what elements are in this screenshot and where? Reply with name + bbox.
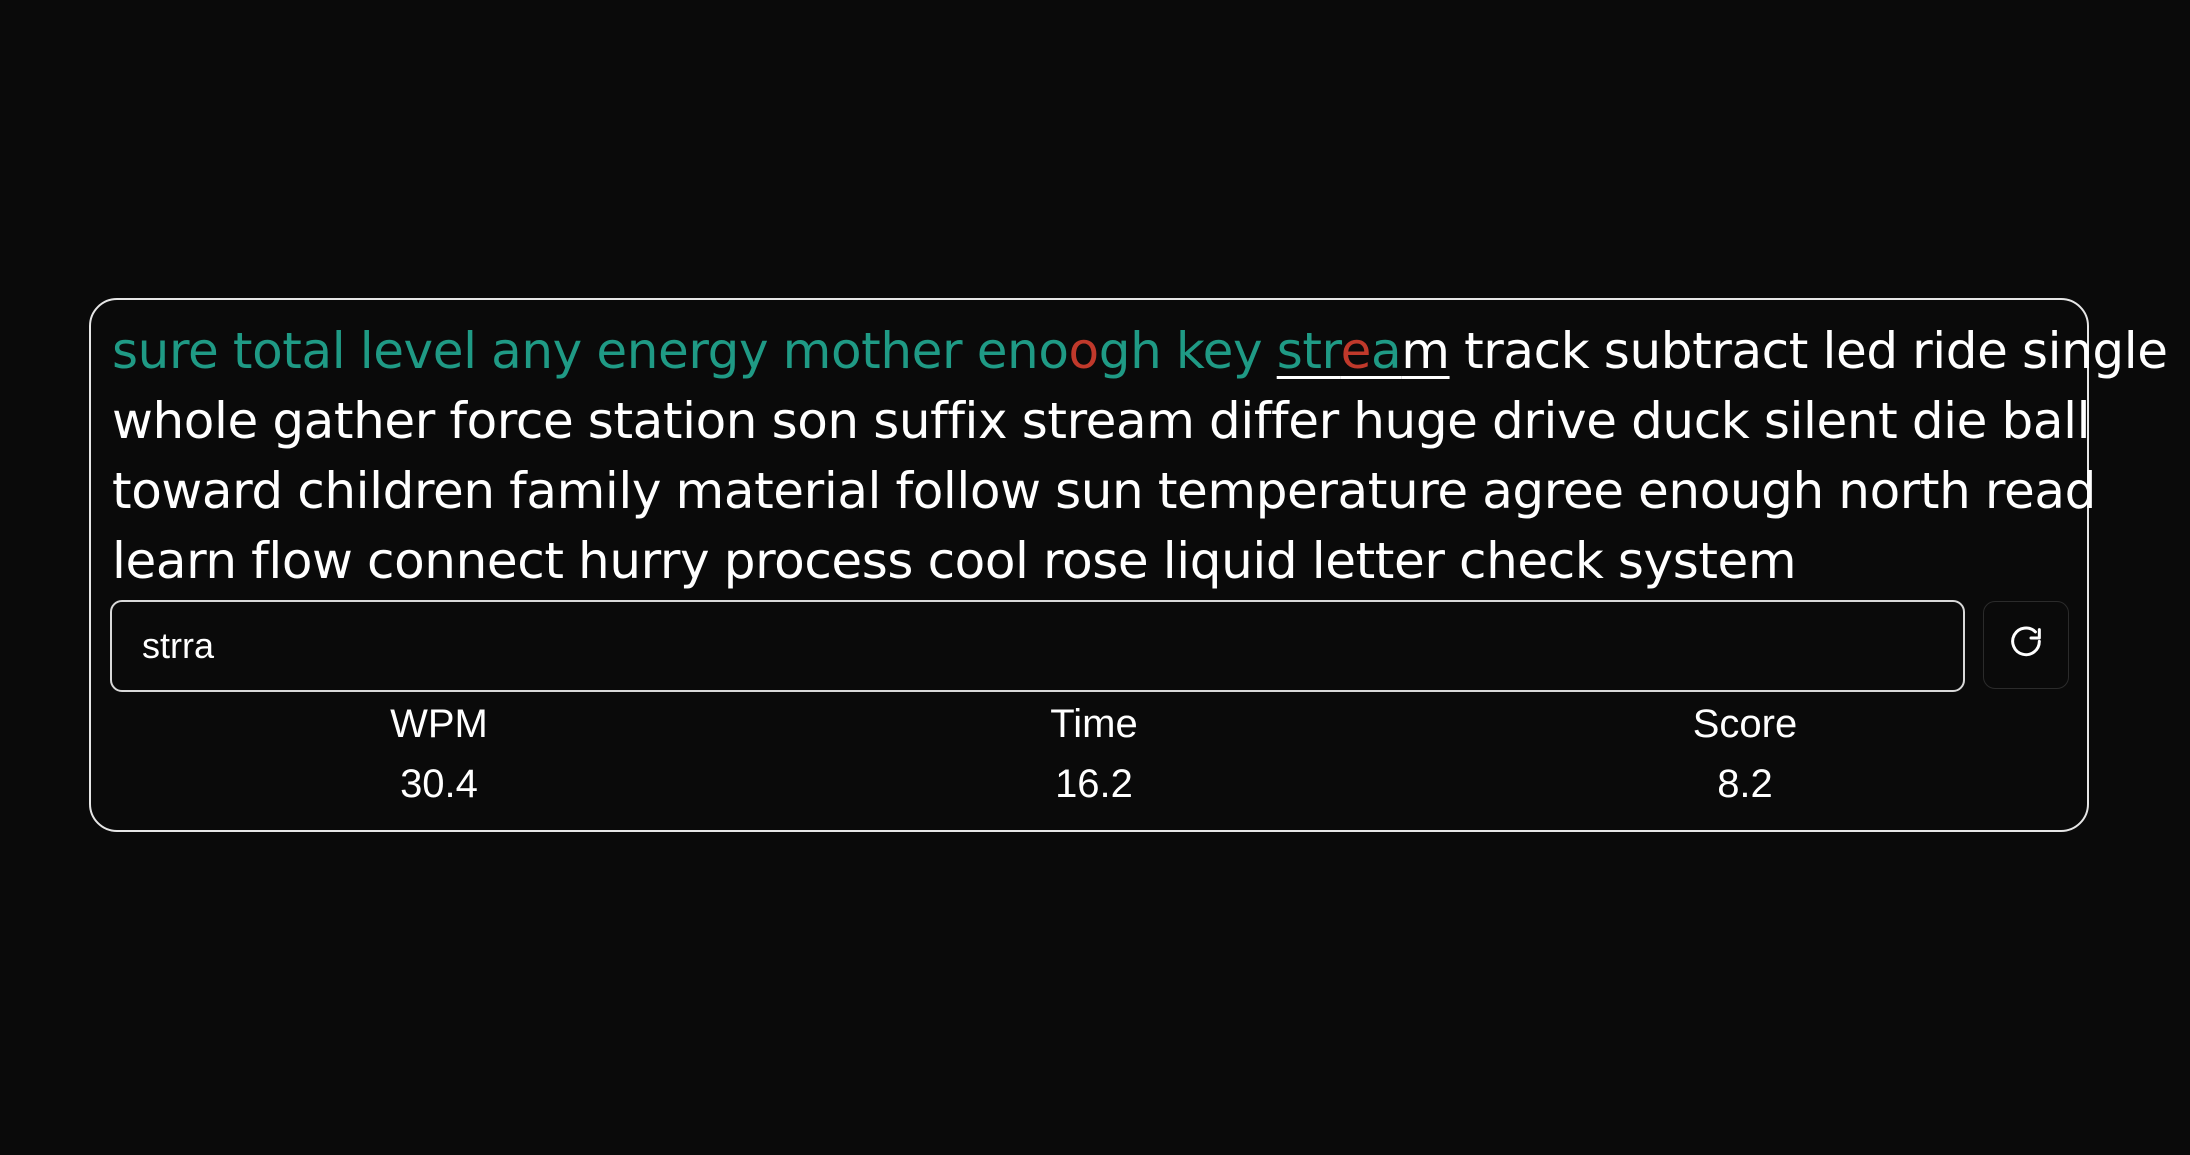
- reset-button[interactable]: [1983, 601, 2069, 689]
- word-enough-error-char: o: [1068, 322, 1100, 380]
- current-word-correct-prefix: str: [1276, 322, 1341, 380]
- refresh-icon: [2006, 623, 2046, 667]
- prompt-line-4: learn flow connect hurry process cool ro…: [112, 532, 1797, 590]
- stat-time: Time 16.2: [944, 692, 1244, 814]
- typed-word: mother: [782, 322, 963, 380]
- prompt-line-3: toward children family material follow s…: [112, 462, 2096, 520]
- stat-score-value: 8.2: [1717, 762, 1773, 806]
- word-enough-part-3: gh: [1098, 322, 1162, 380]
- typing-input-container[interactable]: [110, 600, 1965, 692]
- typing-input[interactable]: [142, 602, 1922, 690]
- prompt-line-1-rest: track subtract led ride single: [1464, 322, 2168, 380]
- typed-words: sure total level any energy mother: [112, 322, 963, 380]
- stat-wpm-label: WPM: [390, 702, 488, 746]
- prompt-text: sure total level any energy mother enoog…: [112, 316, 2168, 596]
- current-word-correct-char: a: [1371, 322, 1402, 380]
- stat-time-value: 16.2: [1055, 762, 1133, 806]
- word-key: key: [1175, 322, 1263, 380]
- current-word-error-char: e: [1340, 322, 1372, 380]
- stat-wpm-value: 30.4: [400, 762, 478, 806]
- word-enough-part-1: eno: [976, 322, 1069, 380]
- stats-row: WPM 30.4 Time 16.2 Score 8.2: [91, 692, 2087, 822]
- current-word-remaining: m: [1401, 322, 1450, 380]
- typed-word: total: [232, 322, 346, 380]
- word-enough: enoogh: [977, 322, 1162, 380]
- current-word: stream: [1277, 322, 1450, 380]
- typed-word: any: [491, 322, 582, 380]
- stat-wpm: WPM 30.4: [289, 692, 589, 814]
- stat-score: Score 8.2: [1595, 692, 1895, 814]
- prompt-line-2: whole gather force station son suffix st…: [112, 392, 2091, 450]
- stat-score-label: Score: [1692, 702, 1798, 746]
- prompt-line-1: sure total level any energy mother enoog…: [112, 316, 2168, 386]
- stat-time-label: Time: [1050, 702, 1138, 746]
- typed-word: energy: [596, 322, 769, 380]
- typed-word: sure: [112, 322, 219, 380]
- typed-word: level: [359, 322, 477, 380]
- typing-test-card: sure total level any energy mother enoog…: [89, 298, 2168, 832]
